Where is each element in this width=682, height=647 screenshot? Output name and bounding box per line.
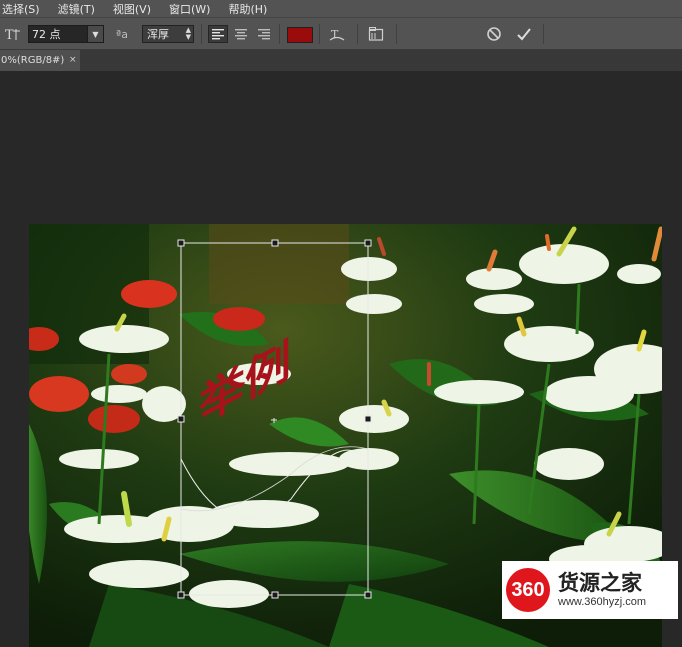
watermark-name: 货源之家 <box>558 571 642 595</box>
align-left-button[interactable] <box>208 25 228 43</box>
antialias-value: 浑厚 <box>147 28 169 41</box>
antialias-select[interactable]: 浑厚 ▲ ▼ <box>142 25 194 43</box>
close-icon[interactable]: × <box>69 55 77 65</box>
watermark-logo: 360 <box>506 568 550 612</box>
watermark-url: www.360hyzj.com <box>558 596 647 608</box>
character-panel-icon[interactable] <box>366 25 386 43</box>
menu-filter[interactable]: 滤镜(T) <box>58 1 95 17</box>
align-right-button[interactable] <box>254 25 274 43</box>
options-bar: T 72 点 ▼ ªa 浑厚 ▲ ▼ T <box>0 17 682 50</box>
align-center-icon <box>235 29 247 40</box>
align-center-button[interactable] <box>231 25 251 43</box>
menu-view[interactable]: 视图(V) <box>113 1 151 17</box>
text-color-swatch[interactable] <box>287 27 313 43</box>
text-orientation-icon[interactable]: T <box>4 25 22 43</box>
align-right-icon <box>258 29 270 40</box>
chevron-down-icon[interactable]: ▼ <box>87 26 103 42</box>
document-tab-label: 0%(RGB/8#) <box>1 55 65 66</box>
menu-help[interactable]: 帮助(H) <box>228 1 267 17</box>
document-tab[interactable]: 0%(RGB/8#) × <box>0 50 80 71</box>
svg-text:T: T <box>5 28 14 42</box>
warp-text-icon[interactable]: T <box>327 25 347 43</box>
menu-bar: 选择(S) 滤镜(T) 视图(V) 窗口(W) 帮助(H) <box>0 0 682 17</box>
antialias-icon: ªa <box>116 27 128 41</box>
font-size-select[interactable]: 72 点 ▼ <box>28 25 104 43</box>
document-tab-bar: 0%(RGB/8#) × <box>0 50 682 71</box>
menu-window[interactable]: 窗口(W) <box>169 1 210 17</box>
watermark: 360 货源之家 www.360hyzj.com <box>502 561 678 619</box>
updown-arrow-icon: ▲ ▼ <box>185 26 191 41</box>
commit-icon[interactable] <box>514 25 534 43</box>
align-left-icon <box>212 29 224 40</box>
font-size-value: 72 点 <box>32 28 61 41</box>
cancel-icon[interactable] <box>484 25 504 43</box>
menu-select[interactable]: 选择(S) <box>2 1 40 17</box>
